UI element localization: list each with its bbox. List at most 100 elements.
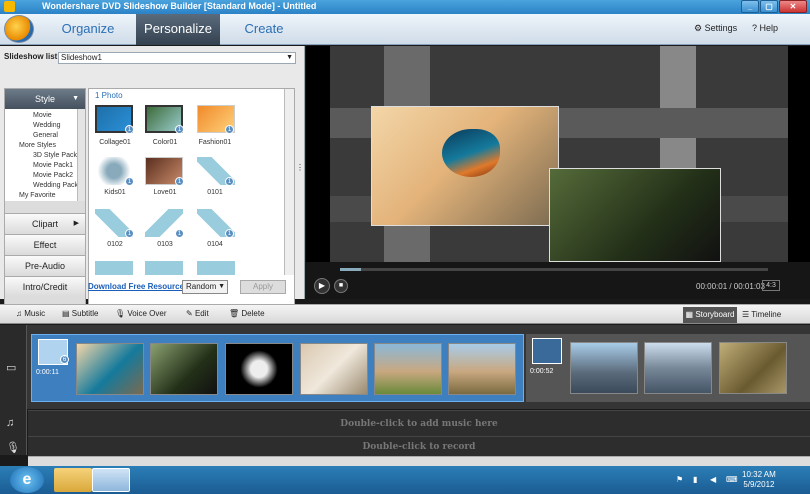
- file-explorer-icon[interactable]: [54, 468, 92, 492]
- main-nav: Organize Personalize Create ⚙ Settings ?…: [0, 14, 810, 45]
- volume-icon[interactable]: ◀: [710, 475, 716, 484]
- tree-item-my-favorite[interactable]: My Favorite: [5, 191, 77, 201]
- track-row-icons: ▭ ♫ 🎙: [0, 325, 27, 455]
- category-effect[interactable]: Effect: [5, 234, 85, 254]
- caret-right-icon: ▶: [73, 220, 79, 227]
- clip-hedgehog[interactable]: [719, 342, 787, 394]
- clip-cat[interactable]: [150, 343, 218, 395]
- clip-camel[interactable]: [374, 343, 442, 395]
- segment-duration: 0:00:11: [36, 369, 59, 376]
- aspect-ratio-button[interactable]: 4:3: [762, 280, 780, 291]
- gallery-scrollbar[interactable]: [284, 89, 294, 275]
- clip-puppy[interactable]: [300, 343, 368, 395]
- internet-explorer-icon[interactable]: e: [10, 467, 44, 493]
- category-intro-credit[interactable]: Intro/Credit: [5, 276, 85, 296]
- clip-pier[interactable]: [570, 342, 638, 394]
- style-thumb-partial[interactable]: [95, 261, 133, 275]
- chevron-down-icon: ▼: [286, 54, 293, 61]
- voice-over-button[interactable]: 🎙 Voice Over: [115, 309, 167, 318]
- clip-dog-black[interactable]: [225, 343, 293, 395]
- style-label: Color01: [152, 139, 178, 146]
- grid-icon: ▦: [685, 310, 694, 319]
- style-header[interactable]: Style ▼: [5, 89, 85, 109]
- slideshow-select-value: Slideshow1: [61, 53, 102, 62]
- edit-toolbar: ♫ Music ▤ Subtitle 🎙 Voice Over ✎ Edit 🗑…: [0, 304, 810, 324]
- count-badge: 1: [225, 125, 234, 134]
- style-label: Love01: [153, 189, 177, 196]
- count-badge: 1: [175, 229, 184, 238]
- title-bar: Wondershare DVD Slideshow Builder [Stand…: [0, 0, 810, 14]
- tree-scrollbar[interactable]: [77, 109, 85, 201]
- slideshow-builder-taskbar-icon[interactable]: [92, 468, 130, 492]
- caret-down-icon: ▼: [72, 95, 79, 102]
- storyboard-view-button[interactable]: ▦ Storyboard: [683, 307, 737, 323]
- tree-item-wedding[interactable]: Wedding: [5, 121, 77, 131]
- style-header-label: Style: [34, 94, 55, 104]
- clock-time: 10:32 AM: [742, 470, 776, 479]
- record-track-hint[interactable]: Double-click to record: [28, 436, 810, 456]
- storyboard-label: Storyboard: [695, 310, 735, 319]
- clock[interactable]: 10:32 AM 5/9/2012: [742, 470, 776, 490]
- help-button[interactable]: ? Help: [752, 23, 778, 33]
- tab-organize[interactable]: Organize: [40, 14, 136, 45]
- network-icon[interactable]: ▮: [693, 475, 697, 484]
- timeline-scrollbar[interactable]: [28, 456, 810, 466]
- flag-icon[interactable]: ⚑: [676, 475, 683, 484]
- count-badge: 1: [225, 229, 234, 238]
- chevron-down-icon: ▼: [218, 283, 225, 290]
- tree-item-more-styles[interactable]: More Styles: [5, 141, 77, 151]
- minimize-button[interactable]: _: [741, 0, 759, 13]
- stop-button[interactable]: ■: [334, 279, 348, 293]
- music-track-hint[interactable]: Double-click to add music here: [28, 410, 810, 436]
- category-clipart[interactable]: Clipart ▶: [5, 213, 85, 233]
- tree-item-movie-pack1[interactable]: Movie Pack1: [5, 161, 77, 171]
- music-icon: ♫: [16, 309, 22, 318]
- tree-item-wedding-pack[interactable]: Wedding Pack: [5, 181, 78, 191]
- bird-photo: [371, 106, 559, 226]
- help-label: Help: [759, 23, 779, 33]
- segment-style-thumb[interactable]: [532, 338, 562, 364]
- selected-storyboard-segment[interactable]: 6 0:00:11: [31, 334, 524, 402]
- clip-bird[interactable]: [76, 343, 144, 395]
- tree-item-movie-pack2[interactable]: Movie Pack2: [5, 171, 77, 181]
- tab-personalize[interactable]: Personalize: [136, 14, 220, 45]
- timeline-view-button[interactable]: ☰ Timeline: [742, 310, 781, 319]
- style-label: 0103: [157, 241, 173, 248]
- style-label: 0101: [207, 189, 223, 196]
- storyboard-segment[interactable]: 0:00:52: [526, 334, 810, 402]
- tree-item-general[interactable]: General: [5, 131, 77, 141]
- style-label: 0104: [207, 241, 223, 248]
- tree-item-3d-style-pack[interactable]: 3D Style Pack: [5, 151, 77, 161]
- category-pre-audio[interactable]: Pre-Audio: [5, 255, 85, 275]
- pencil-icon: ✎: [186, 309, 193, 318]
- maximize-button[interactable]: ▢: [760, 0, 778, 13]
- list-icon: ☰: [742, 310, 750, 319]
- clip-camels[interactable]: [448, 343, 516, 395]
- edit-button[interactable]: ✎ Edit: [186, 309, 209, 318]
- trash-icon: 🗑: [229, 309, 240, 318]
- subtitle-button[interactable]: ▤ Subtitle: [62, 309, 98, 318]
- style-thumb-partial[interactable]: [197, 261, 235, 275]
- clip-lake[interactable]: [644, 342, 712, 394]
- settings-button[interactable]: ⚙ Settings: [694, 23, 737, 34]
- timeline-label: Timeline: [751, 310, 782, 319]
- play-button[interactable]: ▶: [314, 278, 330, 294]
- count-badge: 1: [225, 177, 234, 186]
- transition-mode-select[interactable]: Random ▼: [182, 280, 228, 294]
- apply-button[interactable]: Apply: [240, 280, 286, 294]
- keyboard-icon[interactable]: ⌨: [726, 475, 738, 484]
- gear-icon: ⚙: [694, 23, 703, 33]
- segment-duration: 0:00:52: [530, 368, 554, 375]
- app-icon: [4, 1, 15, 12]
- seek-bar[interactable]: [340, 268, 768, 271]
- splitter-handle[interactable]: ⋮: [296, 164, 304, 181]
- music-button[interactable]: ♫ Music: [16, 309, 45, 318]
- delete-button[interactable]: 🗑 Delete: [229, 309, 265, 318]
- style-thumb-partial[interactable]: [145, 261, 183, 275]
- close-button[interactable]: ✕: [779, 0, 807, 13]
- tree-item-movie[interactable]: Movie: [5, 111, 77, 121]
- download-resource-link[interactable]: Download Free Resource: [88, 282, 184, 291]
- category-clipart-label: Clipart: [31, 219, 58, 229]
- tab-create[interactable]: Create: [220, 14, 308, 45]
- slideshow-select[interactable]: Slideshow1 ▼: [58, 52, 296, 64]
